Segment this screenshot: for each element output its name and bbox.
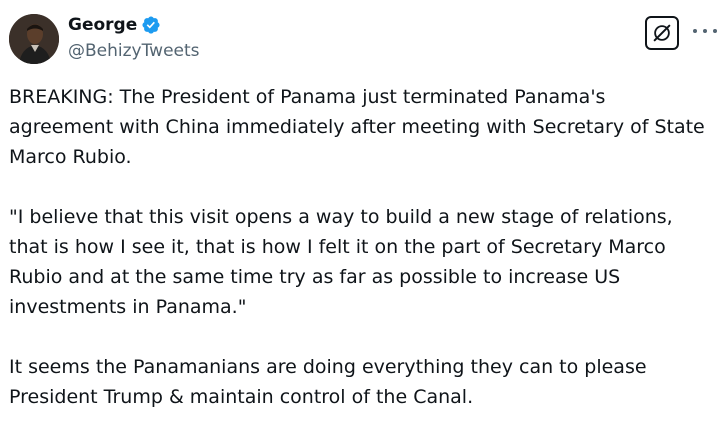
tweet-text: BREAKING: The President of Panama just t… xyxy=(9,82,721,412)
more-options-icon xyxy=(693,29,697,33)
more-options-button[interactable] xyxy=(693,21,717,41)
tweet-paragraph: "I believe that this visit opens a way t… xyxy=(9,206,673,318)
handle[interactable]: @BehizyTweets xyxy=(68,39,200,63)
verified-badge-icon[interactable] xyxy=(141,15,161,35)
more-options-dot xyxy=(703,29,707,33)
display-name[interactable]: George xyxy=(68,15,137,35)
tweet-paragraph: It seems the Panamanians are doing every… xyxy=(9,356,647,408)
tweet: George @BehizyTweets BREAKING: The Presi… xyxy=(0,0,728,424)
avatar-image xyxy=(9,14,59,64)
grok-button[interactable] xyxy=(645,16,679,50)
tweet-paragraph: BREAKING: The President of Panama just t… xyxy=(9,86,705,168)
name-row: George xyxy=(68,13,200,37)
grok-icon xyxy=(653,24,671,42)
more-options-dot xyxy=(713,29,717,33)
author-info: George @BehizyTweets xyxy=(68,13,200,63)
avatar[interactable] xyxy=(9,14,59,64)
